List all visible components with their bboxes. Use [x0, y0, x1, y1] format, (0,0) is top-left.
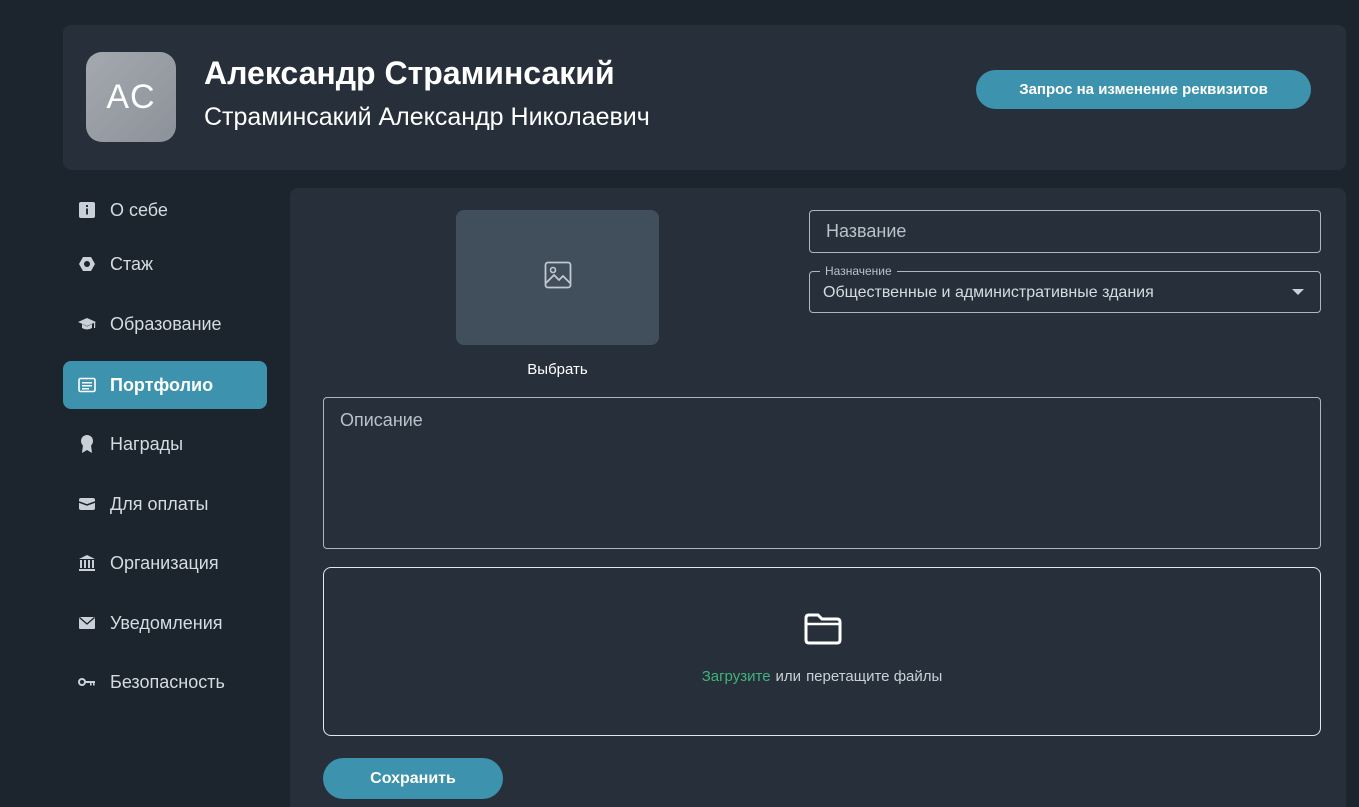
sidebar-item-label: Портфолио	[110, 374, 214, 395]
sidebar-item-label: Уведомления	[110, 612, 223, 633]
award-icon	[77, 434, 97, 454]
user-fullname-subtitle: Страминсакий Александр Николаевич	[204, 103, 650, 131]
description-textarea[interactable]	[323, 397, 1321, 549]
sidebar-item-label: О себе	[110, 199, 168, 220]
portfolio-page: AC Александр Страминсакий Страминсакий А…	[0, 0, 1359, 807]
envelope-icon	[77, 613, 97, 633]
request-details-change-button[interactable]: Запрос на изменение реквизитов	[976, 70, 1311, 109]
sidebar-item-label: Безопасность	[110, 671, 225, 692]
sidebar-item-label: Стаж	[110, 253, 154, 274]
sidebar-item-awards[interactable]: Награды	[63, 420, 267, 468]
profile-header-card: AC Александр Страминсакий Страминсакий А…	[63, 25, 1346, 170]
hexagon-icon	[77, 254, 97, 274]
sidebar-item-label: Образование	[110, 313, 222, 334]
dropzone-or-text: или	[775, 668, 802, 685]
save-button[interactable]: Сохранить	[323, 758, 503, 799]
purpose-select[interactable]: Назначение Общественные и административн…	[809, 264, 1321, 313]
sidebar-item-about[interactable]: О себе	[63, 186, 267, 234]
graduation-cap-icon	[77, 314, 97, 334]
dropzone-text: Загрузите или перетащите файлы	[324, 668, 1320, 685]
sidebar-item-payment[interactable]: Для оплаты	[63, 480, 267, 528]
sidebar-item-experience[interactable]: Стаж	[63, 240, 267, 288]
info-icon	[77, 200, 97, 220]
dropdown-arrow-icon[interactable]	[1292, 289, 1304, 295]
sidebar-item-portfolio[interactable]: Портфолио	[63, 361, 267, 409]
key-icon	[77, 672, 97, 692]
sidebar-item-label: Награды	[110, 433, 184, 454]
dropzone-drag-text: перетащите файлы	[806, 668, 943, 685]
wallet-icon	[77, 494, 97, 514]
purpose-select-value: Общественные и административные здания	[823, 284, 1154, 301]
user-name-title: Александр Страминсакий	[204, 55, 615, 91]
sidebar-item-notifications[interactable]: Уведомления	[63, 599, 267, 647]
name-input[interactable]	[809, 210, 1321, 253]
file-dropzone[interactable]: Загрузите или перетащите файлы	[323, 567, 1321, 736]
sidebar-item-security[interactable]: Безопасность	[63, 658, 267, 706]
portfolio-form-panel: Выбрать Назначение Общественные и админи…	[290, 188, 1346, 807]
folder-icon	[803, 612, 843, 646]
image-placeholder-icon	[544, 261, 572, 294]
sidebar-item-label: Для оплаты	[110, 493, 209, 514]
upload-link[interactable]: Загрузите	[702, 668, 771, 685]
choose-image-label[interactable]: Выбрать	[456, 361, 659, 378]
bank-icon	[77, 553, 97, 573]
sidebar-item-organization[interactable]: Организация	[63, 539, 267, 587]
image-picker[interactable]	[456, 210, 659, 345]
sidebar-item-label: Организация	[110, 552, 219, 573]
avatar[interactable]: AC	[86, 52, 176, 142]
portfolio-icon	[77, 375, 97, 395]
sidebar-item-education[interactable]: Образование	[63, 300, 267, 348]
purpose-select-label: Назначение	[820, 264, 897, 278]
